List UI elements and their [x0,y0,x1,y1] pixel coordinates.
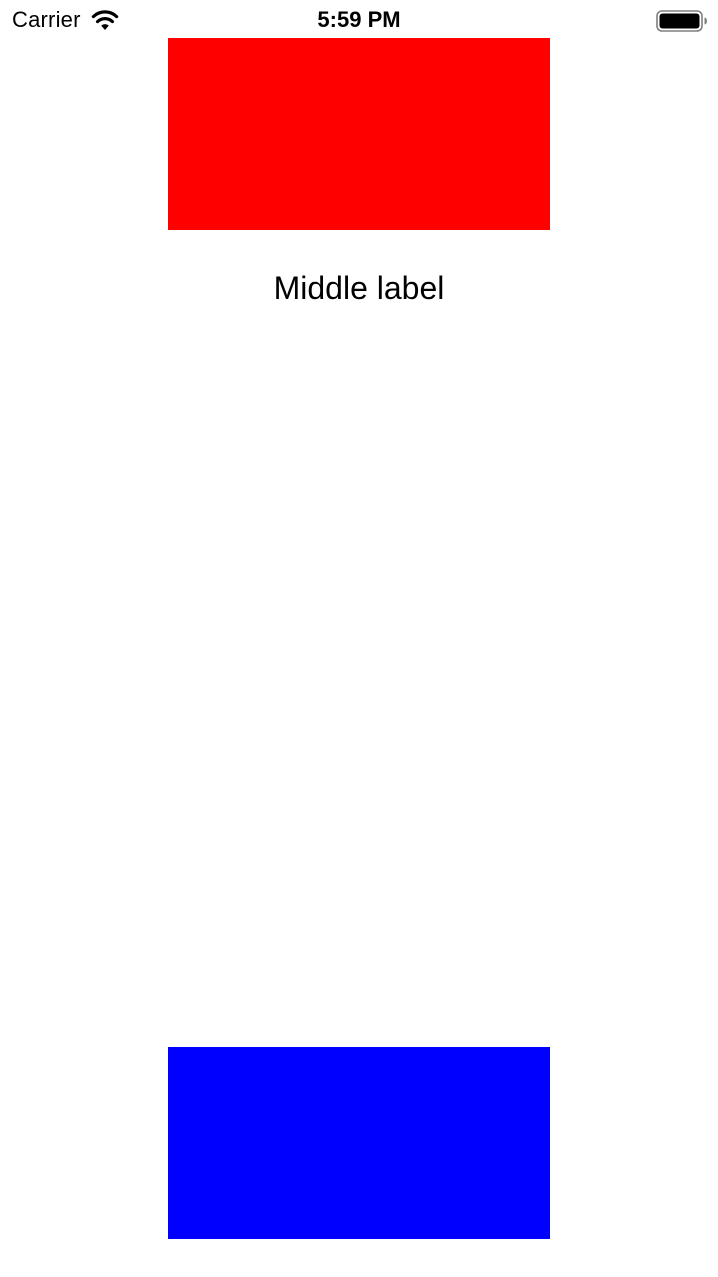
top-red-box [168,38,550,230]
status-bar: Carrier 5:59 PM [0,0,718,38]
battery-full-icon [656,10,708,32]
middle-label: Middle label [273,270,445,306]
bottom-blue-box [168,1047,550,1239]
clock: 5:59 PM [317,7,401,32]
